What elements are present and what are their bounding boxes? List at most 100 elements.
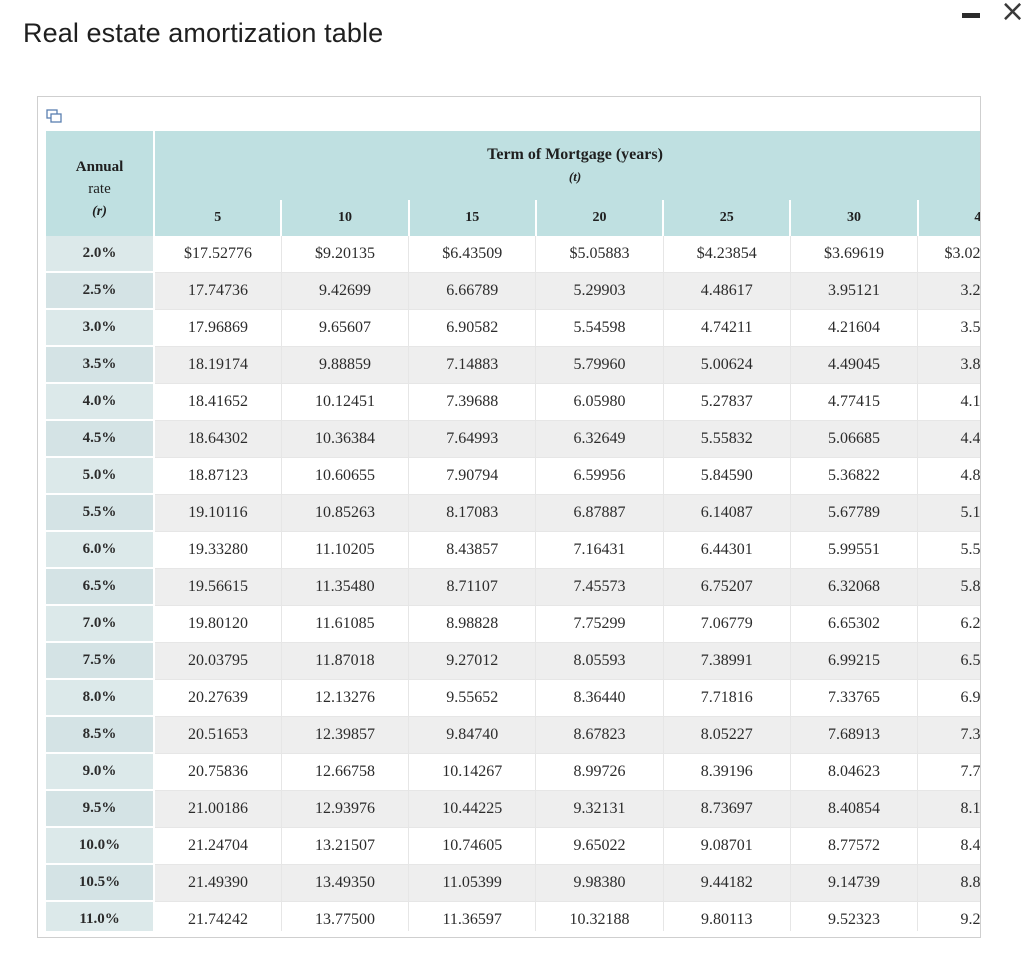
table-row: 4.0% 18.41652 10.12451 7.39688 6.05980 5.2783… <box>46 383 980 421</box>
value-cell: 5.79960 <box>535 346 664 384</box>
term-header: Term of Mortgage (years) (t) <box>154 131 980 200</box>
value-cell: 6.65302 <box>790 605 919 643</box>
table-row: 10.0% 21.24704 13.21507 10.74605 9.65022 9.08… <box>46 827 980 865</box>
value-cell: 10.74605 <box>408 827 537 865</box>
table-viewport[interactable]: Annual rate (r) Term of Mortgage (years)… <box>46 131 980 931</box>
value-cell: 9.55652 <box>408 679 537 717</box>
value-cell: 10.85263 <box>281 494 410 532</box>
value-cell: 4.21604 <box>790 309 919 347</box>
value-cell: 11.87018 <box>281 642 410 680</box>
value-cell: 5.50 <box>917 531 980 569</box>
value-cell: 6.44301 <box>663 531 791 569</box>
value-cell: 6.05980 <box>535 383 664 421</box>
value-cell: 6.87887 <box>535 494 664 532</box>
term-column-header: 30 <box>790 200 919 236</box>
table-row: 7.0% 19.80120 11.61085 8.98828 7.75299 7.0677… <box>46 605 980 643</box>
table-row: 8.0% 20.27639 12.13276 9.55652 8.36440 7.7181… <box>46 679 980 717</box>
value-cell: 5.15 <box>917 494 980 532</box>
value-cell: 9.88859 <box>281 346 410 384</box>
value-cell: $3.69619 <box>790 236 919 273</box>
value-cell: 19.10116 <box>154 494 282 532</box>
table-row: 9.0% 20.75836 12.66758 10.14267 8.99726 8.391… <box>46 753 980 791</box>
value-cell: 3.95121 <box>790 272 919 310</box>
value-cell: 7.75299 <box>535 605 664 643</box>
rate-cell: 6.5% <box>46 568 156 606</box>
value-cell: 13.21507 <box>281 827 410 865</box>
minimize-icon[interactable] <box>962 13 980 18</box>
value-cell: 6.32068 <box>790 568 919 606</box>
value-cell: 12.39857 <box>281 716 410 754</box>
value-cell: 5.84590 <box>663 457 791 495</box>
table-row: 6.5% 19.56615 11.35480 8.71107 7.45573 6.7520… <box>46 568 980 606</box>
value-cell: 20.03795 <box>154 642 282 680</box>
value-cell: 17.96869 <box>154 309 282 347</box>
table-row: 3.0% 17.96869 9.65607 6.90582 5.54598 4.74211… <box>46 309 980 347</box>
rate-header-line3: (r) <box>92 203 107 219</box>
value-cell: $3.028 <box>917 236 980 273</box>
value-cell: $9.20135 <box>281 236 410 273</box>
table-row: 2.0% $17.52776 $9.20135 $6.43509 $5.05883 $4.… <box>46 236 980 273</box>
value-cell: 7.16431 <box>535 531 664 569</box>
value-cell: 18.64302 <box>154 420 282 458</box>
value-cell: 19.80120 <box>154 605 282 643</box>
value-cell: 10.32188 <box>535 901 664 931</box>
value-cell: 6.14087 <box>663 494 791 532</box>
value-cell: 10.12451 <box>281 383 410 421</box>
value-cell: 13.77500 <box>281 901 410 931</box>
table-row: 5.5% 19.10116 10.85263 8.17083 6.87887 6.1408… <box>46 494 980 532</box>
value-cell: 20.75836 <box>154 753 282 791</box>
term-column-header: 15 <box>408 200 537 236</box>
term-header-line1: Term of Mortgage (years) <box>487 146 663 163</box>
value-cell: 20.27639 <box>154 679 282 717</box>
value-cell: 8.73697 <box>663 790 791 828</box>
value-cell: 8.71107 <box>408 568 537 606</box>
value-cell: 7.38991 <box>663 642 791 680</box>
rate-cell: 3.5% <box>46 346 156 384</box>
value-cell: 8.05227 <box>663 716 791 754</box>
rate-header-line2: rate <box>88 180 111 197</box>
value-cell: 11.05399 <box>408 864 537 902</box>
term-column-header: 5 <box>154 200 283 236</box>
term-column-header: 10 <box>281 200 410 236</box>
value-cell: 6.59956 <box>535 457 664 495</box>
rate-cell: 2.5% <box>46 272 156 310</box>
copy-icon[interactable] <box>46 109 62 123</box>
value-cell: 10.44225 <box>408 790 537 828</box>
value-cell: 13.49350 <box>281 864 410 902</box>
value-cell: 8.17083 <box>408 494 537 532</box>
value-cell: 5.85 <box>917 568 980 606</box>
value-cell: 6.21 <box>917 605 980 643</box>
value-cell: 8.49 <box>917 827 980 865</box>
value-cell: 9.27012 <box>408 642 537 680</box>
value-cell: 5.00624 <box>663 346 791 384</box>
rate-cell: 5.0% <box>46 457 156 495</box>
value-cell: 9.08701 <box>663 827 791 865</box>
value-cell: 4.48617 <box>663 272 791 310</box>
value-cell: 7.68913 <box>790 716 919 754</box>
value-cell: 5.27837 <box>663 383 791 421</box>
value-cell: 18.87123 <box>154 457 282 495</box>
close-icon[interactable]: × <box>1000 0 1024 27</box>
value-cell: 10.60655 <box>281 457 410 495</box>
value-cell: 6.32649 <box>535 420 664 458</box>
value-cell: 19.33280 <box>154 531 282 569</box>
term-column-header: 40 <box>917 200 980 236</box>
rate-cell: 5.5% <box>46 494 156 532</box>
rate-header-line1: Annual <box>75 158 124 175</box>
value-cell: 11.36597 <box>408 901 537 931</box>
value-cell: 4.74211 <box>663 309 791 347</box>
value-cell: 6.90582 <box>408 309 537 347</box>
term-column-header: 25 <box>663 200 792 236</box>
value-cell: 9.80113 <box>663 901 791 931</box>
value-cell: $5.05883 <box>535 236 664 273</box>
value-cell: 5.54598 <box>535 309 664 347</box>
value-cell: 3.87 <box>917 346 980 384</box>
value-cell: 11.10205 <box>281 531 410 569</box>
value-cell: 9.14739 <box>790 864 919 902</box>
term-header-line2: (t) <box>568 169 582 184</box>
value-cell: 3.29 <box>917 272 980 310</box>
rate-cell: 7.0% <box>46 605 156 643</box>
value-cell: 6.58 <box>917 642 980 680</box>
rate-cell: 9.5% <box>46 790 156 828</box>
value-cell: 6.75207 <box>663 568 791 606</box>
